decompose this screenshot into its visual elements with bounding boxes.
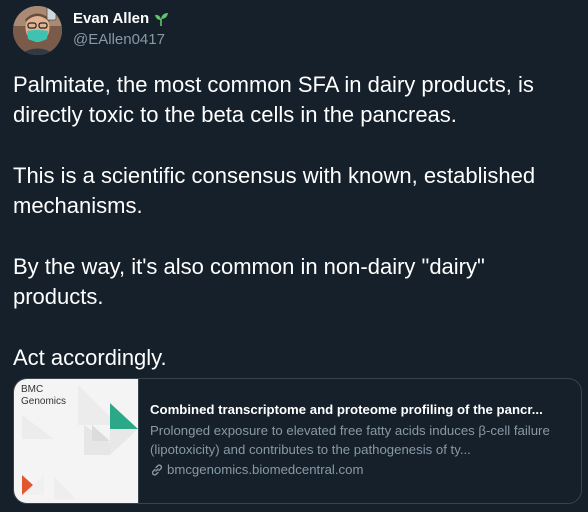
link-preview-card[interactable]: BMC Genomics Combined transcriptome and … [13,378,582,504]
author-handle[interactable]: @EAllen0417 [73,31,165,48]
author-name[interactable]: Evan Allen [73,10,169,27]
thumbnail-graphic [22,385,138,499]
link-icon [150,463,164,477]
avatar-image [13,6,62,55]
tweet-text: Palmitate, the most common SFA in dairy … [13,70,578,373]
tweet-paragraph: Palmitate, the most common SFA in dairy … [13,72,534,127]
tweet: Evan Allen @EAllen0417 Palmitate, the mo… [0,0,588,512]
tweet-paragraph: This is a scientific consensus with know… [13,163,536,218]
tweet-paragraph: By the way, it's also common in non-dair… [13,254,485,309]
author-name-text: Evan Allen [73,10,150,27]
card-title: Combined transcriptome and proteome prof… [150,402,543,417]
card-body: Combined transcriptome and proteome prof… [139,379,580,503]
card-description: Prolonged exposure to elevated free fatt… [150,423,550,457]
sprout-icon [153,11,169,27]
tweet-paragraph: Act accordingly. [13,345,167,370]
card-thumbnail: BMC Genomics [14,379,139,503]
card-domain-text: bmcgenomics.biomedcentral.com [167,462,364,477]
card-domain: bmcgenomics.biomedcentral.com [150,460,570,479]
author-avatar[interactable] [13,6,62,55]
